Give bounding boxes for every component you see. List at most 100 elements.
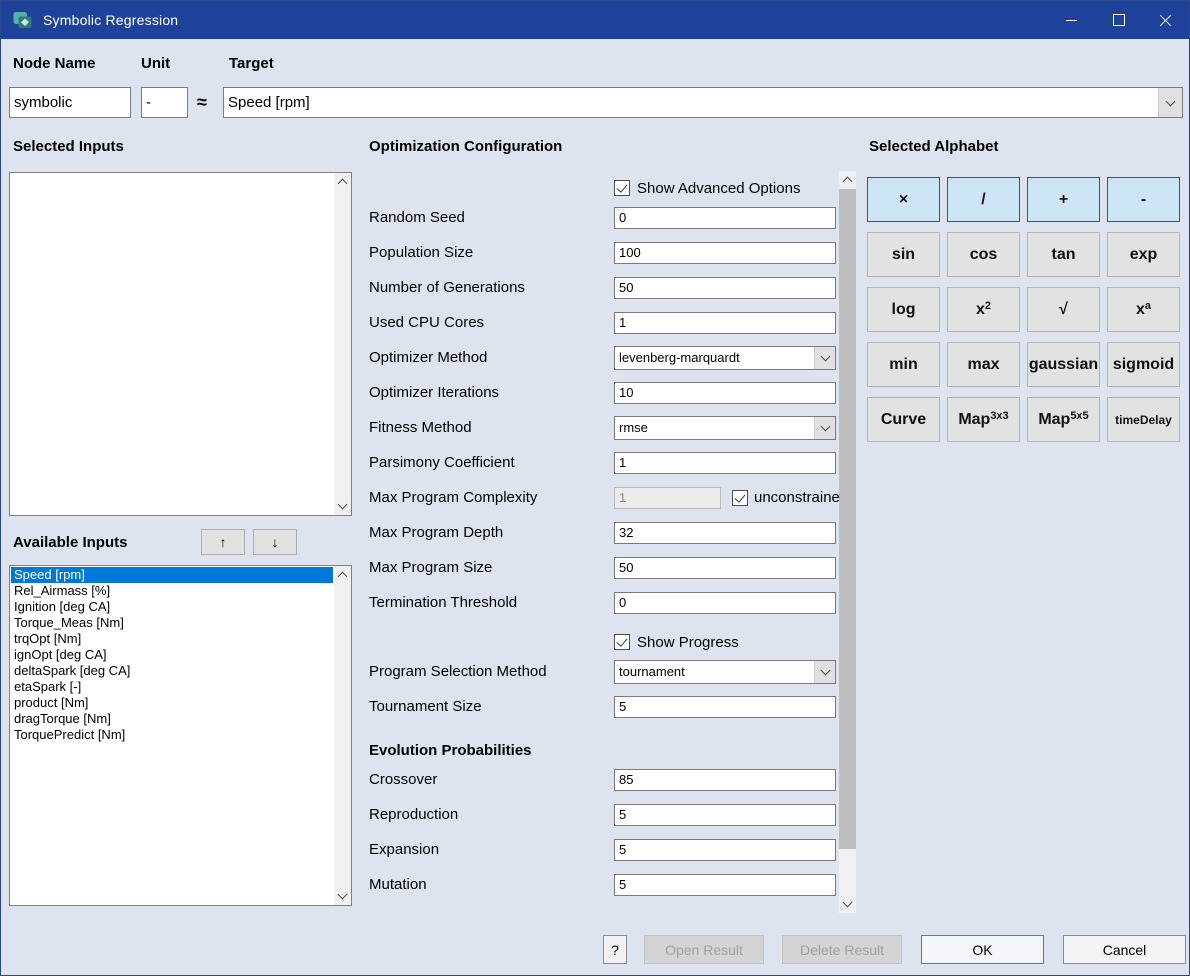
dropdown[interactable]: rmse (614, 416, 836, 440)
text-input[interactable]: 85 (614, 769, 836, 791)
text-input[interactable]: 1 (614, 452, 836, 474)
alphabet-button-exp[interactable]: exp (1107, 232, 1180, 277)
checkbox[interactable] (732, 490, 748, 506)
alphabet-button-label: tan (1052, 246, 1076, 264)
chevron-down-icon[interactable] (1158, 88, 1182, 117)
config-row-expansion: Expansion5 (369, 832, 839, 867)
text-input[interactable]: 0 (614, 592, 836, 614)
alphabet-button-label: exp (1130, 246, 1158, 264)
chevron-down-icon[interactable] (814, 417, 835, 439)
available-inputs-list[interactable]: Speed [rpm]Rel_Airmass [%]Ignition [deg … (9, 565, 352, 906)
selected-alphabet-label: Selected Alphabet (869, 138, 998, 155)
field-label: Expansion (369, 841, 614, 858)
scroll-down-icon[interactable] (334, 497, 351, 515)
alphabet-button-multiply[interactable]: × (867, 177, 940, 222)
list-item[interactable]: Speed [rpm] (11, 567, 333, 583)
list-item[interactable]: trqOpt [Nm] (11, 631, 333, 647)
text-input[interactable]: 10 (614, 382, 836, 404)
field-label: Random Seed (369, 209, 614, 226)
dropdown[interactable]: tournament (614, 660, 836, 684)
field-label: Max Program Depth (369, 524, 614, 541)
maximize-button[interactable] (1095, 1, 1142, 39)
close-button[interactable] (1142, 1, 1189, 39)
dropdown[interactable]: levenberg-marquardt (614, 346, 836, 370)
config-row-optimizer-method: Optimizer Methodlevenberg-marquardt (369, 340, 839, 375)
alphabet-button-map-3x3[interactable]: Map3x3 (947, 397, 1020, 442)
show-progress-checkbox[interactable] (614, 634, 630, 650)
alphabet-button-cos[interactable]: cos (947, 232, 1020, 277)
list-item[interactable]: deltaSpark [deg CA] (11, 663, 333, 679)
available-inputs-scrollbar[interactable] (334, 566, 351, 905)
alphabet-button-sin[interactable]: sin (867, 232, 940, 277)
node-name-input[interactable]: symbolic (9, 87, 131, 118)
list-item[interactable]: Ignition [deg CA] (11, 599, 333, 615)
alphabet-button-plus[interactable]: + (1027, 177, 1100, 222)
unit-label: Unit (141, 55, 170, 72)
optimization-configuration-panel: Optimization Configuration Show Advanced… (369, 138, 839, 902)
delete-result-button[interactable]: Delete Result (782, 935, 902, 964)
text-input[interactable]: 5 (614, 696, 836, 718)
field-label: Max Program Size (369, 559, 614, 576)
scroll-down-icon[interactable] (839, 895, 856, 913)
alphabet-button-curve[interactable]: Curve (867, 397, 940, 442)
optimization-scrollbar[interactable] (839, 171, 856, 913)
target-dropdown[interactable]: Speed [rpm] (223, 87, 1183, 118)
chevron-down-icon[interactable] (814, 661, 835, 683)
list-item[interactable]: ignOpt [deg CA] (11, 647, 333, 663)
alphabet-button-max[interactable]: max (947, 342, 1020, 387)
move-up-button[interactable]: ↑ (201, 529, 245, 555)
text-input-value: 50 (619, 560, 633, 575)
selected-inputs-scrollbar[interactable] (334, 173, 351, 515)
move-down-button[interactable]: ↓ (253, 529, 297, 555)
unit-input[interactable]: - (141, 87, 188, 118)
arrow-up-icon: ↑ (220, 534, 227, 550)
alphabet-button-log[interactable]: log (867, 287, 940, 332)
config-row-optimizer-iterations: Optimizer Iterations10 (369, 375, 839, 410)
selected-inputs-list[interactable] (9, 172, 352, 516)
text-input[interactable]: 50 (614, 277, 836, 299)
scrollbar-thumb[interactable] (839, 189, 856, 849)
minimize-button[interactable] (1048, 1, 1095, 39)
text-input[interactable]: 5 (614, 839, 836, 861)
text-input[interactable]: 0 (614, 207, 836, 229)
alphabet-button-map-5x5[interactable]: Map5x5 (1027, 397, 1100, 442)
text-input[interactable]: 1 (614, 312, 836, 334)
alphabet-button-x-power-a[interactable]: xa (1107, 287, 1180, 332)
alphabet-button-sigmoid[interactable]: sigmoid (1107, 342, 1180, 387)
alphabet-button-tan[interactable]: tan (1027, 232, 1100, 277)
list-item[interactable]: product [Nm] (11, 695, 333, 711)
open-result-button[interactable]: Open Result (644, 935, 764, 964)
text-input[interactable]: 100 (614, 242, 836, 264)
list-item[interactable]: Rel_Airmass [%] (11, 583, 333, 599)
list-item[interactable]: Torque_Meas [Nm] (11, 615, 333, 631)
ok-button[interactable]: OK (921, 935, 1044, 964)
text-input[interactable]: 32 (614, 522, 836, 544)
alphabet-button-time-delay[interactable]: timeDelay (1107, 397, 1180, 442)
text-input[interactable]: 5 (614, 874, 836, 896)
chevron-down-icon[interactable] (814, 347, 835, 369)
alphabet-button-x-squared[interactable]: x2 (947, 287, 1020, 332)
alphabet-button-label: sigmoid (1113, 356, 1174, 374)
alphabet-button-sqrt[interactable]: √ (1027, 287, 1100, 332)
alphabet-button-label: - (1141, 191, 1146, 209)
scroll-up-icon[interactable] (334, 173, 351, 191)
text-input[interactable]: 5 (614, 804, 836, 826)
scroll-down-icon[interactable] (334, 887, 351, 905)
config-row-mutation: Mutation5 (369, 867, 839, 902)
alphabet-button-label: x (976, 301, 985, 319)
cancel-button[interactable]: Cancel (1063, 935, 1186, 964)
alphabet-button-divide[interactable]: / (947, 177, 1020, 222)
help-button[interactable]: ? (603, 935, 627, 964)
scroll-up-icon[interactable] (334, 566, 351, 584)
field-label: Reproduction (369, 806, 614, 823)
scroll-up-icon[interactable] (839, 171, 856, 189)
show-advanced-options-checkbox[interactable] (614, 180, 630, 196)
text-input[interactable]: 50 (614, 557, 836, 579)
alphabet-button-gaussian[interactable]: gaussian (1027, 342, 1100, 387)
alphabet-button-min[interactable]: min (867, 342, 940, 387)
alphabet-button-minus[interactable]: - (1107, 177, 1180, 222)
list-item[interactable]: etaSpark [-] (11, 679, 333, 695)
list-item[interactable]: dragTorque [Nm] (11, 711, 333, 727)
list-item[interactable]: TorquePredict [Nm] (11, 727, 333, 743)
alphabet-button-label: log (892, 301, 916, 319)
